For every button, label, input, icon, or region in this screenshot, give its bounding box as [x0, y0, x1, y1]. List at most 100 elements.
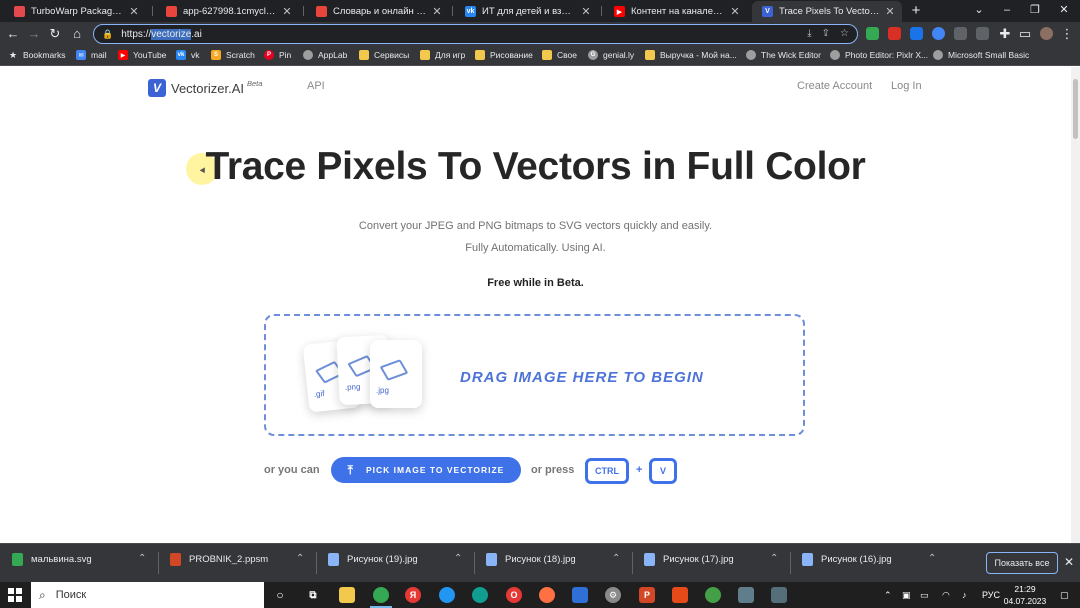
bookmark-pin[interactable]: P Pin [264, 50, 291, 60]
language-indicator[interactable]: РУС [982, 590, 1000, 600]
bookmark-star-icon[interactable]: ☆ [840, 28, 849, 39]
close-icon[interactable]: ✕ [729, 5, 741, 18]
bookmark-folder-own[interactable]: Свое [542, 50, 577, 60]
page-scrollbar[interactable] [1071, 67, 1080, 543]
bookmark-folder-revenue[interactable]: Выручка - Мой на... [645, 50, 737, 60]
chevron-up-icon[interactable]: ⌃ [884, 590, 892, 601]
minimize-button[interactable]: – [993, 2, 1021, 18]
cortana-icon[interactable]: ○ [272, 587, 288, 603]
screen-tool-icon[interactable] [771, 587, 787, 603]
create-account-link[interactable]: Create Account [797, 80, 872, 92]
screen-extension-icon[interactable] [910, 27, 923, 40]
tab-youtube-content[interactable]: ▶ Контент на канале - YouTub ✕ [604, 1, 747, 22]
download-item[interactable]: мальвина.svg ⌃ [12, 553, 152, 566]
forward-arrow-icon[interactable]: → [25, 25, 43, 43]
chevron-up-icon[interactable]: ⌃ [770, 553, 778, 564]
new-tab-button[interactable]: + [907, 2, 925, 20]
close-icon[interactable]: ✕ [281, 5, 293, 18]
wifi-icon[interactable]: ◠ [942, 590, 950, 601]
chevron-up-icon[interactable]: ⌃ [296, 553, 304, 564]
yandex-browser-icon[interactable]: Я [405, 587, 421, 603]
tab-turbowarp[interactable]: TurboWarp Packager - Conve ✕ [4, 1, 146, 22]
scrollbar-thumb[interactable] [1073, 79, 1078, 139]
reload-icon[interactable]: ↻ [46, 25, 64, 43]
maximize-button[interactable]: ❐ [1021, 2, 1049, 18]
task-view-icon[interactable]: ⧉ [305, 587, 321, 603]
edge-icon[interactable] [472, 587, 488, 603]
close-icon[interactable]: ✕ [580, 5, 592, 18]
extensions-puzzle-icon[interactable]: ✚ [996, 25, 1014, 43]
generic-extension-icon[interactable] [976, 27, 989, 40]
chevron-up-icon[interactable]: ⌃ [138, 553, 146, 564]
download-item[interactable]: PROBNIK_2.ppsm ⌃ [170, 553, 310, 566]
download-item[interactable]: Рисунок (16).jpg ⌃ [802, 553, 942, 566]
drive-extension-icon[interactable] [866, 27, 879, 40]
bookmark-vk[interactable]: vk vk [176, 50, 200, 60]
network-icon[interactable]: ▭ [920, 590, 929, 601]
bookmark-small-basic[interactable]: Microsoft Small Basic [933, 50, 1029, 60]
utorrent-icon[interactable] [705, 587, 721, 603]
firefox-icon[interactable] [539, 587, 555, 603]
tab-it-for-kids[interactable]: vk ИТ для детей и взрослых ✕ [455, 1, 598, 22]
tab-title: Контент на канале - YouTub [631, 6, 725, 17]
office-icon[interactable] [672, 587, 688, 603]
menu-kebab-icon[interactable]: ⋮ [1058, 25, 1076, 43]
bookmark-bookmarks[interactable]: ★ Bookmarks [8, 50, 66, 61]
taskbar-clock[interactable]: 21:29 04.07.2023 [1000, 583, 1050, 607]
download-item[interactable]: Рисунок (18).jpg ⌃ [486, 553, 626, 566]
chevron-up-icon[interactable]: ⌃ [612, 553, 620, 564]
chevron-up-icon[interactable]: ⌃ [454, 553, 462, 564]
mail-app-icon[interactable] [572, 587, 588, 603]
close-downloads-icon[interactable]: ✕ [1064, 555, 1074, 569]
download-item[interactable]: Рисунок (19).jpg ⌃ [328, 553, 468, 566]
volume-icon[interactable]: ♪ [962, 590, 967, 600]
share-icon[interactable]: ⇪ [822, 28, 830, 39]
bookmark-genially[interactable]: Ggenial.ly [588, 50, 634, 60]
bookmark-applab[interactable]: AppLab [303, 50, 347, 60]
tab-1cmycloud[interactable]: app-627998.1cmycloud.com/ ✕ [156, 1, 299, 22]
close-icon[interactable]: ✕ [128, 5, 140, 18]
close-icon[interactable]: ✕ [884, 5, 896, 18]
bookmark-youtube[interactable]: ▶ YouTube [118, 50, 166, 60]
windows-start-icon[interactable] [8, 588, 22, 602]
bookmark-label: The Wick Editor [761, 50, 821, 60]
bookmark-mail[interactable]: ✉ mail [76, 50, 107, 60]
tomato-extension-icon[interactable] [888, 27, 901, 40]
profile-avatar[interactable] [1040, 27, 1053, 40]
bookmark-folder-drawing[interactable]: Рисование [475, 50, 533, 60]
translate-extension-icon[interactable] [932, 27, 945, 40]
side-panel-icon[interactable]: ▭ [1016, 25, 1034, 43]
pick-image-button[interactable]: ⤒ PICK IMAGE TO VECTORIZE [331, 457, 521, 483]
login-link[interactable]: Log In [891, 80, 922, 92]
bookmark-folder-services[interactable]: Сервисы [359, 50, 409, 60]
app-tray-icon[interactable]: ▣ [902, 590, 911, 601]
bookmark-scratch[interactable]: S Scratch [211, 50, 255, 60]
telegram-icon[interactable] [439, 587, 455, 603]
notifications-icon[interactable]: ▢ [1060, 590, 1069, 601]
close-icon[interactable]: ✕ [431, 5, 443, 18]
bookmark-folder-games[interactable]: Для игр [420, 50, 465, 60]
address-bar[interactable]: 🔒 https://vectorize .ai ⤓ ⇪ ☆ [93, 24, 858, 44]
nav-api-link[interactable]: API [307, 80, 325, 92]
download-item[interactable]: Рисунок (17).jpg ⌃ [644, 553, 784, 566]
tab-vectorizer[interactable]: V Trace Pixels To Vectors in Full ✕ [752, 1, 902, 22]
generic-extension-icon[interactable] [954, 27, 967, 40]
show-all-downloads-button[interactable]: Показать все [986, 552, 1058, 574]
photo-app-icon[interactable] [738, 587, 754, 603]
opera-icon[interactable]: O [506, 587, 522, 603]
settings-gear-icon[interactable]: ⚙ [605, 587, 621, 603]
install-app-icon[interactable]: ⤓ [807, 28, 811, 39]
taskbar-search-box[interactable]: ⌕ Поиск [31, 582, 264, 608]
file-explorer-icon[interactable] [339, 587, 355, 603]
bookmark-pixlr[interactable]: Photo Editor: Pixlr X... [830, 50, 928, 60]
bookmark-wick-editor[interactable]: The Wick Editor [746, 50, 821, 60]
tab-dictionary[interactable]: Словарь и онлайн перевод ✕ [306, 1, 449, 22]
tab-search-icon[interactable]: ⌄ [965, 2, 993, 18]
home-icon[interactable]: ⌂ [68, 25, 86, 43]
site-logo[interactable]: V Vectorizer.AI Beta [148, 79, 262, 97]
chevron-up-icon[interactable]: ⌃ [928, 553, 936, 564]
back-arrow-icon[interactable]: ← [4, 25, 22, 43]
chrome-icon[interactable] [373, 587, 389, 603]
powerpoint-icon[interactable]: P [639, 587, 655, 603]
window-close-button[interactable]: ✕ [1050, 2, 1078, 18]
